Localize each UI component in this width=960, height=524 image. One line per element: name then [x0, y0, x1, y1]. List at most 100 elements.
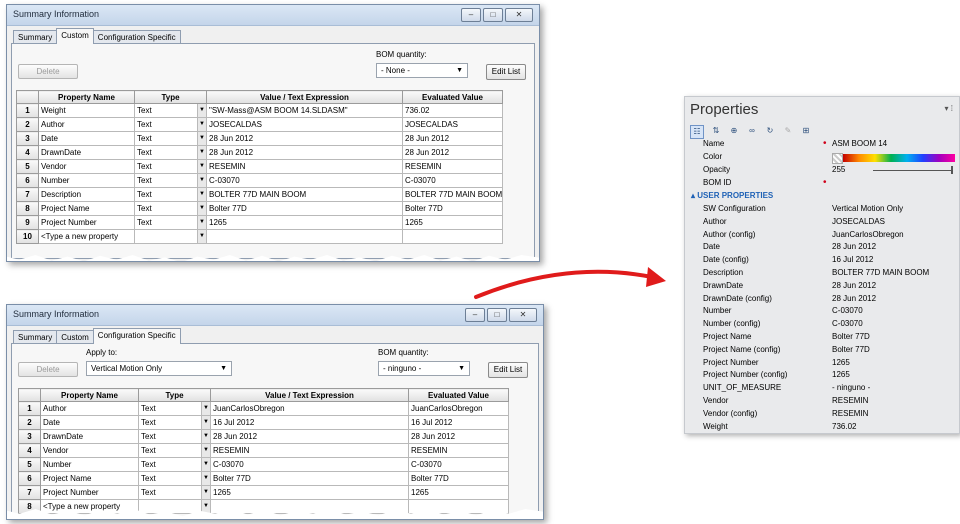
prop-row[interactable]: UNIT_OF_MEASURE - ninguno - — [685, 382, 959, 395]
table-row[interactable]: 6 Number Text ▼ C-03070 C-03070 — [16, 173, 503, 188]
property-name-cell[interactable]: Number — [38, 173, 135, 188]
type-cell[interactable]: Text ▼ — [134, 159, 207, 174]
value-cell[interactable]: BOLTER 77D MAIN BOOM — [206, 187, 403, 202]
property-name-cell[interactable]: Date — [38, 131, 135, 146]
value-cell[interactable]: JuanCarlosObregon — [210, 401, 409, 416]
tab-configuration-specific[interactable]: Configuration Specific — [92, 328, 181, 344]
property-name-cell[interactable]: Description — [38, 187, 135, 202]
prop-row[interactable]: Number C-03070 — [685, 305, 959, 318]
table-row[interactable]: 10 <Type a new property ▼ — [16, 229, 503, 244]
link-icon[interactable]: ∞ — [746, 125, 758, 137]
type-cell[interactable]: Text ▼ — [134, 173, 207, 188]
property-name-cell[interactable]: Date — [40, 415, 139, 430]
prop-row-bom-id[interactable]: BOM ID • — [685, 177, 959, 190]
prop-row-opacity[interactable]: Opacity 255 — [685, 164, 959, 177]
prop-row[interactable]: Project Number (config) 1265 — [685, 369, 959, 382]
prop-row[interactable]: SW Configuration Vertical Motion Only — [685, 203, 959, 216]
property-name-cell[interactable]: Author — [40, 401, 139, 416]
delete-button[interactable]: Delete — [18, 362, 78, 377]
prop-row[interactable]: Project Name (config) Bolter 77D — [685, 344, 959, 357]
type-cell[interactable]: Text ▼ — [134, 187, 207, 202]
column-header-type[interactable]: Type — [134, 90, 207, 104]
chevron-down-icon[interactable]: ▼ — [197, 230, 206, 243]
type-cell[interactable]: Text ▼ — [134, 201, 207, 216]
chevron-down-icon[interactable]: ▼ — [201, 458, 210, 471]
chevron-down-icon[interactable]: ▼ — [201, 402, 210, 415]
chevron-down-icon[interactable]: ▼ — [197, 202, 206, 215]
chevron-down-icon[interactable]: ▼ — [197, 132, 206, 145]
value-cell[interactable]: Bolter 77D — [206, 201, 403, 216]
type-cell[interactable]: Text ▼ — [138, 401, 211, 416]
bom-quantity-select[interactable]: - ninguno - ▼ — [378, 361, 470, 376]
property-name-cell[interactable]: Number — [40, 457, 139, 472]
type-cell[interactable]: Text ▼ — [134, 103, 207, 118]
property-name-cell[interactable]: Project Number — [40, 485, 139, 500]
close-button[interactable]: ✕ — [505, 8, 533, 22]
chevron-down-icon[interactable]: ▼ — [201, 486, 210, 499]
edit-list-button[interactable]: Edit List — [488, 362, 528, 378]
property-name-cell[interactable]: Project Name — [38, 201, 135, 216]
type-cell[interactable]: Text ▼ — [138, 457, 211, 472]
tab-custom[interactable]: Custom — [56, 330, 94, 344]
property-name-cell[interactable]: DrawnDate — [40, 429, 139, 444]
table-row[interactable]: 4 Vendor Text ▼ RESEMIN RESEMIN — [18, 443, 509, 458]
value-cell[interactable]: JOSECALDAS — [206, 117, 403, 132]
opacity-slider[interactable] — [873, 170, 953, 171]
table-row[interactable]: 8 Project Name Text ▼ Bolter 77D Bolter 77D — [16, 201, 503, 216]
prop-row[interactable]: Number (config) C-03070 — [685, 318, 959, 331]
maximize-button[interactable]: □ — [487, 308, 507, 322]
column-header-property-name[interactable]: Property Name — [38, 90, 135, 104]
evaluated-value-cell[interactable]: 28 Jun 2012 — [408, 429, 509, 444]
value-cell[interactable]: Bolter 77D — [210, 471, 409, 486]
evaluated-value-cell[interactable]: 28 Jun 2012 — [402, 131, 503, 146]
type-cell[interactable]: Text ▼ — [138, 485, 211, 500]
apply-to-select[interactable]: Vertical Motion Only ▼ — [86, 361, 232, 376]
table-row[interactable]: 5 Number Text ▼ C-03070 C-03070 — [18, 457, 509, 472]
prop-row[interactable]: Author (config) JuanCarlosObregon — [685, 229, 959, 242]
value-cell[interactable]: 1265 — [206, 215, 403, 230]
prop-row[interactable]: Vendor (config) RESEMIN — [685, 408, 959, 421]
table-row[interactable]: 5 Vendor Text ▼ RESEMIN RESEMIN — [16, 159, 503, 174]
table-row[interactable]: 1 Weight Text ▼ "SW-Mass@ASM BOOM 14.SLDASM"… — [16, 103, 503, 118]
bom-quantity-select[interactable]: - None - ▼ — [376, 63, 468, 78]
column-header-property-name[interactable]: Property Name — [40, 388, 139, 402]
type-cell[interactable]: Text ▼ — [134, 145, 207, 160]
value-cell[interactable]: 28 Jun 2012 — [206, 145, 403, 160]
chevron-down-icon[interactable]: ▼ — [197, 174, 206, 187]
evaluated-value-cell[interactable]: Bolter 77D — [408, 471, 509, 486]
property-name-cell[interactable]: DrawnDate — [38, 145, 135, 160]
chevron-down-icon[interactable]: ▼ — [201, 416, 210, 429]
chevron-down-icon[interactable]: ▼ — [197, 188, 206, 201]
value-cell[interactable]: "SW-Mass@ASM BOOM 14.SLDASM" — [206, 103, 403, 118]
refresh-icon[interactable]: ↻ — [764, 125, 776, 137]
table-row[interactable]: 7 Project Number Text ▼ 1265 1265 — [18, 485, 509, 500]
prop-row[interactable]: Date 28 Jun 2012 — [685, 241, 959, 254]
sort-az-icon[interactable]: ⇅ — [710, 125, 722, 137]
prop-row[interactable]: Vendor RESEMIN — [685, 395, 959, 408]
evaluated-value-cell[interactable]: C-03070 — [402, 173, 503, 188]
property-name-cell[interactable]: Vendor — [38, 159, 135, 174]
chevron-down-icon[interactable]: ▼ — [197, 216, 206, 229]
evaluated-value-cell[interactable]: RESEMIN — [408, 443, 509, 458]
property-name-cell[interactable]: Project Number — [38, 215, 135, 230]
property-name-cell[interactable]: <Type a new property — [40, 499, 139, 514]
evaluated-value-cell[interactable]: 736.02 — [402, 103, 503, 118]
chevron-down-icon[interactable]: ▼ — [197, 160, 206, 173]
edit-list-button[interactable]: Edit List — [486, 64, 526, 80]
evaluated-value-cell[interactable]: 1265 — [402, 215, 503, 230]
edit-icon[interactable]: ✎ — [782, 125, 794, 137]
value-cell[interactable]: 16 Jul 2012 — [210, 415, 409, 430]
prop-row[interactable]: DrawnDate 28 Jun 2012 — [685, 280, 959, 293]
value-cell[interactable] — [206, 229, 403, 244]
evaluated-value-cell[interactable]: 28 Jun 2012 — [402, 145, 503, 160]
value-cell[interactable]: RESEMIN — [206, 159, 403, 174]
value-cell[interactable]: 1265 — [210, 485, 409, 500]
add-property-icon[interactable]: ⊕ — [728, 125, 740, 137]
chevron-down-icon[interactable]: ▼ — [201, 472, 210, 485]
prop-row[interactable]: Author JOSECALDAS — [685, 216, 959, 229]
value-cell[interactable]: 28 Jun 2012 — [210, 429, 409, 444]
table-row[interactable]: 6 Project Name Text ▼ Bolter 77D Bolter 77D — [18, 471, 509, 486]
type-cell[interactable]: Text ▼ — [134, 117, 207, 132]
value-cell[interactable]: C-03070 — [206, 173, 403, 188]
evaluated-value-cell[interactable]: 16 Jul 2012 — [408, 415, 509, 430]
